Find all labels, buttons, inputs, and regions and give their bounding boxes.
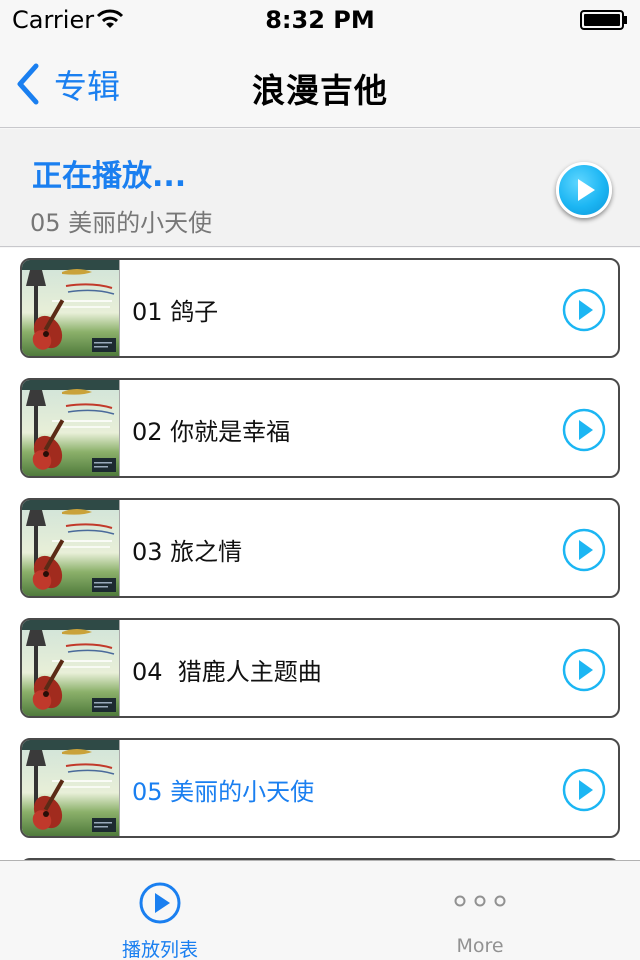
album-thumbnail (22, 380, 120, 476)
track-title: 04 猎鹿人主题曲 (132, 658, 322, 686)
track-row[interactable]: 04 猎鹿人主题曲 (20, 618, 620, 718)
album-thumbnail (22, 260, 120, 356)
track-row[interactable]: 02 你就是幸福 (20, 378, 620, 478)
battery-full-icon (580, 10, 627, 30)
tab-more[interactable]: More (320, 861, 640, 960)
status-bar: Carrier 8:32 PM (0, 0, 640, 40)
more-dots-icon (454, 895, 506, 907)
album-thumbnail (22, 620, 120, 716)
navigation-bar: 专辑 浪漫吉他 (0, 40, 640, 128)
now-playing-title: 正在播放... (32, 159, 187, 194)
play-circle-icon[interactable] (562, 288, 606, 332)
tab-playlist-label: 播放列表 (121, 939, 198, 960)
status-time: 8:32 PM (265, 6, 375, 34)
track-title: 01 鸽子 (132, 298, 219, 326)
track-title: 05 美丽的小天使 (132, 778, 315, 806)
play-circle-icon[interactable] (562, 768, 606, 812)
track-list[interactable]: 01 鸽子 02 你就是幸福 03 旅之情 04 猎鹿人主题曲 05 美丽的小天… (0, 248, 640, 860)
play-circle-icon[interactable] (562, 528, 606, 572)
album-art-image (22, 740, 119, 836)
album-art-image (22, 260, 119, 356)
tab-bar: 播放列表 More (0, 860, 640, 960)
track-row[interactable]: 01 鸽子 (20, 258, 620, 358)
now-playing-play-button[interactable] (556, 162, 612, 218)
tab-playlist[interactable]: 播放列表 (0, 861, 320, 960)
play-circle-icon[interactable] (562, 408, 606, 452)
track-title: 02 你就是幸福 (132, 418, 291, 446)
album-art-image (22, 380, 119, 476)
track-row[interactable]: 03 旅之情 (20, 498, 620, 598)
album-thumbnail (22, 500, 120, 596)
album-thumbnail (22, 740, 120, 836)
track-title: 03 旅之情 (132, 538, 243, 566)
play-icon (578, 179, 595, 201)
now-playing-header[interactable]: 正在播放... 05 美丽的小天使 (0, 129, 640, 247)
play-circle-icon[interactable] (562, 648, 606, 692)
album-art-image (22, 620, 119, 716)
tab-more-label: More (456, 935, 504, 957)
album-art-image (22, 500, 119, 596)
now-playing-track: 05 美丽的小天使 (30, 209, 213, 237)
play-circle-icon (139, 882, 181, 924)
track-row[interactable]: 05 美丽的小天使 (20, 738, 620, 838)
page-title: 浪漫吉他 (252, 71, 388, 110)
